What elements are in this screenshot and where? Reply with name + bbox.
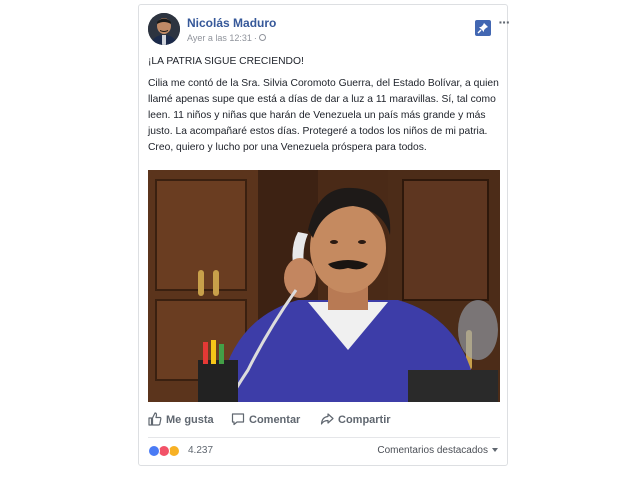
post-actions: Me gusta Comentar Compartir [139,406,507,434]
globe-icon[interactable] [258,34,266,42]
comment-icon [231,413,245,426]
reaction-count[interactable]: 4.237 [188,445,213,456]
post-title: ¡LA PATRIA SIGUE CRECIENDO! [148,56,304,67]
thumbs-up-icon [148,412,162,426]
meta-separator: · [253,33,257,43]
share-icon [320,413,334,425]
comment-label: Comentar [249,414,301,426]
author-name[interactable]: Nicolás Maduro [187,16,276,30]
comment-button[interactable]: Comentar [231,410,300,430]
like-label: Me gusta [166,414,214,426]
post-photo[interactable] [148,170,500,402]
reactions-bar: 4.237 Comentarios destacados [148,441,500,463]
like-button[interactable]: Me gusta [148,410,214,430]
post-body: Cilia me contó de la Sra. Silvia Coromot… [148,78,499,153]
facebook-post-card: Nicolás Maduro Ayer a las 12:31 · ··· ¡LA… [138,4,511,466]
actions-divider [148,437,500,438]
post-timestamp[interactable]: Ayer a las 12:31 [187,33,252,43]
comments-filter-label: Comentarios destacados [377,445,488,456]
post-message: ¡LA PATRIA SIGUE CRECIENDO! Cilia me con… [148,54,500,156]
post-meta: Ayer a las 12:31 · [187,33,266,43]
pin-icon[interactable] [475,20,491,36]
like-reaction-icon[interactable] [148,445,160,457]
author-avatar[interactable] [148,13,180,45]
share-button[interactable]: Compartir [320,410,391,430]
post-header: Nicolás Maduro Ayer a las 12:31 · ··· [148,13,511,49]
share-label: Compartir [338,414,391,426]
more-options-icon[interactable]: ··· [497,15,511,33]
comments-filter-dropdown[interactable]: Comentarios destacados [377,445,498,456]
caret-down-icon [492,448,498,453]
